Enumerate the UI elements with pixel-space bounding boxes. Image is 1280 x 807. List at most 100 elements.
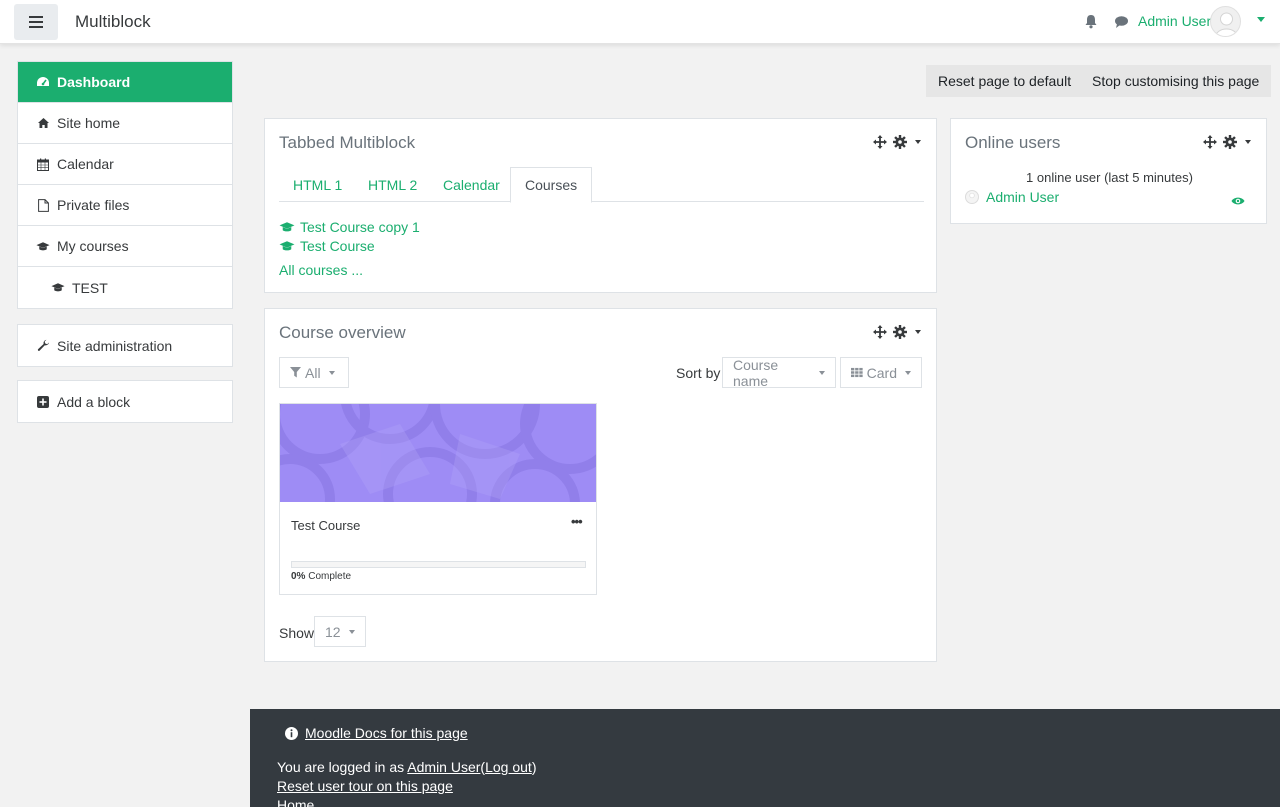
course-card[interactable]: Test Course ••• 0% Complete	[279, 403, 597, 595]
paging-dropdown[interactable]: 12	[314, 616, 366, 647]
stop-customising-button[interactable]: Stop customising this page	[1080, 65, 1272, 97]
online-user-name: Admin User	[986, 189, 1060, 205]
sidebar-item-private-files[interactable]: Private files	[18, 185, 232, 226]
sidebar-item-dashboard[interactable]: Dashboard	[18, 62, 232, 103]
chevron-down-icon	[348, 629, 355, 634]
file-icon	[36, 198, 50, 212]
home-icon	[36, 116, 50, 130]
course-link-label: Test Course copy 1	[300, 219, 420, 235]
avatar[interactable]	[1210, 6, 1241, 37]
move-icon[interactable]	[1203, 135, 1217, 149]
logged-in-prefix: You are logged in as	[277, 759, 405, 775]
online-users-block: Online users 1 online user (last 5 minut…	[950, 118, 1267, 224]
online-users-summary: 1 online user (last 5 minutes)	[1026, 170, 1193, 185]
sort-dropdown[interactable]: Course name	[722, 356, 836, 389]
page-footer: Moodle Docs for this page You are logged…	[250, 709, 1280, 807]
view-value: Card	[866, 364, 897, 381]
sidebar-item-test[interactable]: TEST	[18, 267, 232, 308]
move-icon[interactable]	[873, 135, 887, 149]
admin-navigation: Site administration	[17, 324, 233, 367]
tab-courses[interactable]: Courses	[510, 167, 593, 203]
online-user-link[interactable]: Admin User	[965, 189, 1059, 205]
info-icon	[285, 726, 298, 740]
chevron-down-icon	[819, 370, 825, 375]
home-link[interactable]: Home	[277, 797, 314, 807]
move-icon[interactable]	[873, 325, 887, 339]
sidebar-item-label: Add a block	[57, 393, 131, 410]
all-courses-link[interactable]: All courses ...	[279, 262, 363, 278]
more-options-icon[interactable]: •••	[571, 514, 583, 529]
sidebar-item-label: Calendar	[57, 156, 114, 172]
grid-icon	[851, 367, 863, 378]
sidebar-item-label: TEST	[72, 279, 108, 296]
plus-square-icon	[36, 395, 50, 409]
logout-link[interactable]: Log out	[485, 759, 532, 775]
progress-text: 0% Complete	[291, 571, 351, 582]
calendar-icon	[36, 157, 50, 171]
tabbed-multiblock-block: Tabbed Multiblock HTML 1 HTML 2 Calendar…	[264, 118, 937, 293]
main-navigation: Dashboard Site home Calendar Private fil…	[17, 61, 233, 309]
user-menu-name[interactable]: Admin User	[1138, 13, 1211, 29]
view-dropdown[interactable]: Card	[840, 357, 922, 388]
chevron-down-icon	[328, 370, 335, 375]
main-region: Reset page to default Stop customising t…	[250, 44, 1280, 709]
tab-calendar[interactable]: Calendar	[429, 167, 514, 202]
sidebar-item-label: Site home	[57, 115, 121, 131]
hamburger-icon[interactable]	[14, 4, 58, 40]
tab-html-2[interactable]: HTML 2	[354, 167, 431, 202]
logged-in-user-link[interactable]: Admin User	[407, 759, 480, 775]
block-title: Course overview	[279, 323, 406, 342]
sidebar-item-site-administration[interactable]: Site administration	[18, 325, 232, 366]
block-controls	[1203, 135, 1251, 149]
graduation-cap-icon	[51, 281, 65, 295]
block-controls	[873, 325, 921, 339]
reset-page-button[interactable]: Reset page to default	[926, 65, 1084, 97]
progress-percent: 0%	[291, 571, 306, 582]
chevron-down-icon	[905, 370, 911, 375]
wrench-icon	[36, 339, 50, 353]
course-link[interactable]: Test Course copy 1	[279, 219, 420, 235]
sidebar-item-calendar[interactable]: Calendar	[18, 144, 232, 185]
user-menu-caret-icon[interactable]	[1257, 17, 1265, 22]
gear-icon[interactable]	[1223, 135, 1237, 149]
nav-drawer: Dashboard Site home Calendar Private fil…	[0, 44, 250, 807]
moodle-docs-link[interactable]: Moodle Docs for this page	[305, 725, 468, 741]
sort-label: Sort by	[676, 365, 721, 381]
course-link[interactable]: Test Course	[279, 238, 375, 254]
show-label: Show	[279, 625, 315, 641]
graduation-cap-icon	[279, 222, 295, 232]
course-card-title[interactable]: Test Course	[291, 518, 360, 533]
reset-tour-link[interactable]: Reset user tour on this page	[277, 778, 453, 794]
sort-value: Course name	[733, 356, 779, 389]
chevron-down-icon[interactable]	[915, 330, 921, 334]
graduation-cap-icon	[279, 241, 295, 251]
course-card-image[interactable]	[280, 404, 596, 502]
filter-dropdown[interactable]: All	[279, 357, 349, 388]
bell-icon[interactable]	[1084, 14, 1098, 29]
gear-icon[interactable]	[893, 325, 907, 339]
sidebar-item-label: Site administration	[57, 337, 173, 354]
navbar: Multiblock Admin User	[0, 0, 1280, 44]
eye-icon[interactable]	[1231, 193, 1245, 209]
docs-link-row: Moodle Docs for this page	[285, 725, 468, 741]
course-link-label: Test Course	[300, 238, 375, 254]
user-avatar-icon	[965, 190, 979, 204]
course-overview-block: Course overview All Sort by Course name …	[264, 308, 937, 662]
gear-icon[interactable]	[893, 135, 907, 149]
chevron-down-icon[interactable]	[915, 140, 921, 144]
chat-icon[interactable]	[1114, 15, 1129, 29]
filter-icon	[290, 367, 301, 378]
progress-label: Complete	[308, 571, 352, 582]
chevron-down-icon[interactable]	[1245, 140, 1251, 144]
sidebar-item-my-courses[interactable]: My courses	[18, 226, 232, 267]
add-block-button[interactable]: Add a block	[18, 381, 232, 422]
site-name[interactable]: Multiblock	[75, 12, 151, 32]
sidebar-item-site-home[interactable]: Site home	[18, 103, 232, 144]
block-title: Tabbed Multiblock	[279, 133, 416, 152]
tab-html-1[interactable]: HTML 1	[279, 167, 356, 202]
sidebar-item-label: Private files	[57, 197, 130, 213]
tab-list: HTML 1 HTML 2 Calendar Courses	[279, 167, 924, 203]
add-block-navigation: Add a block	[17, 380, 233, 423]
progress-bar	[291, 561, 586, 568]
sidebar-item-label: My courses	[57, 238, 129, 254]
